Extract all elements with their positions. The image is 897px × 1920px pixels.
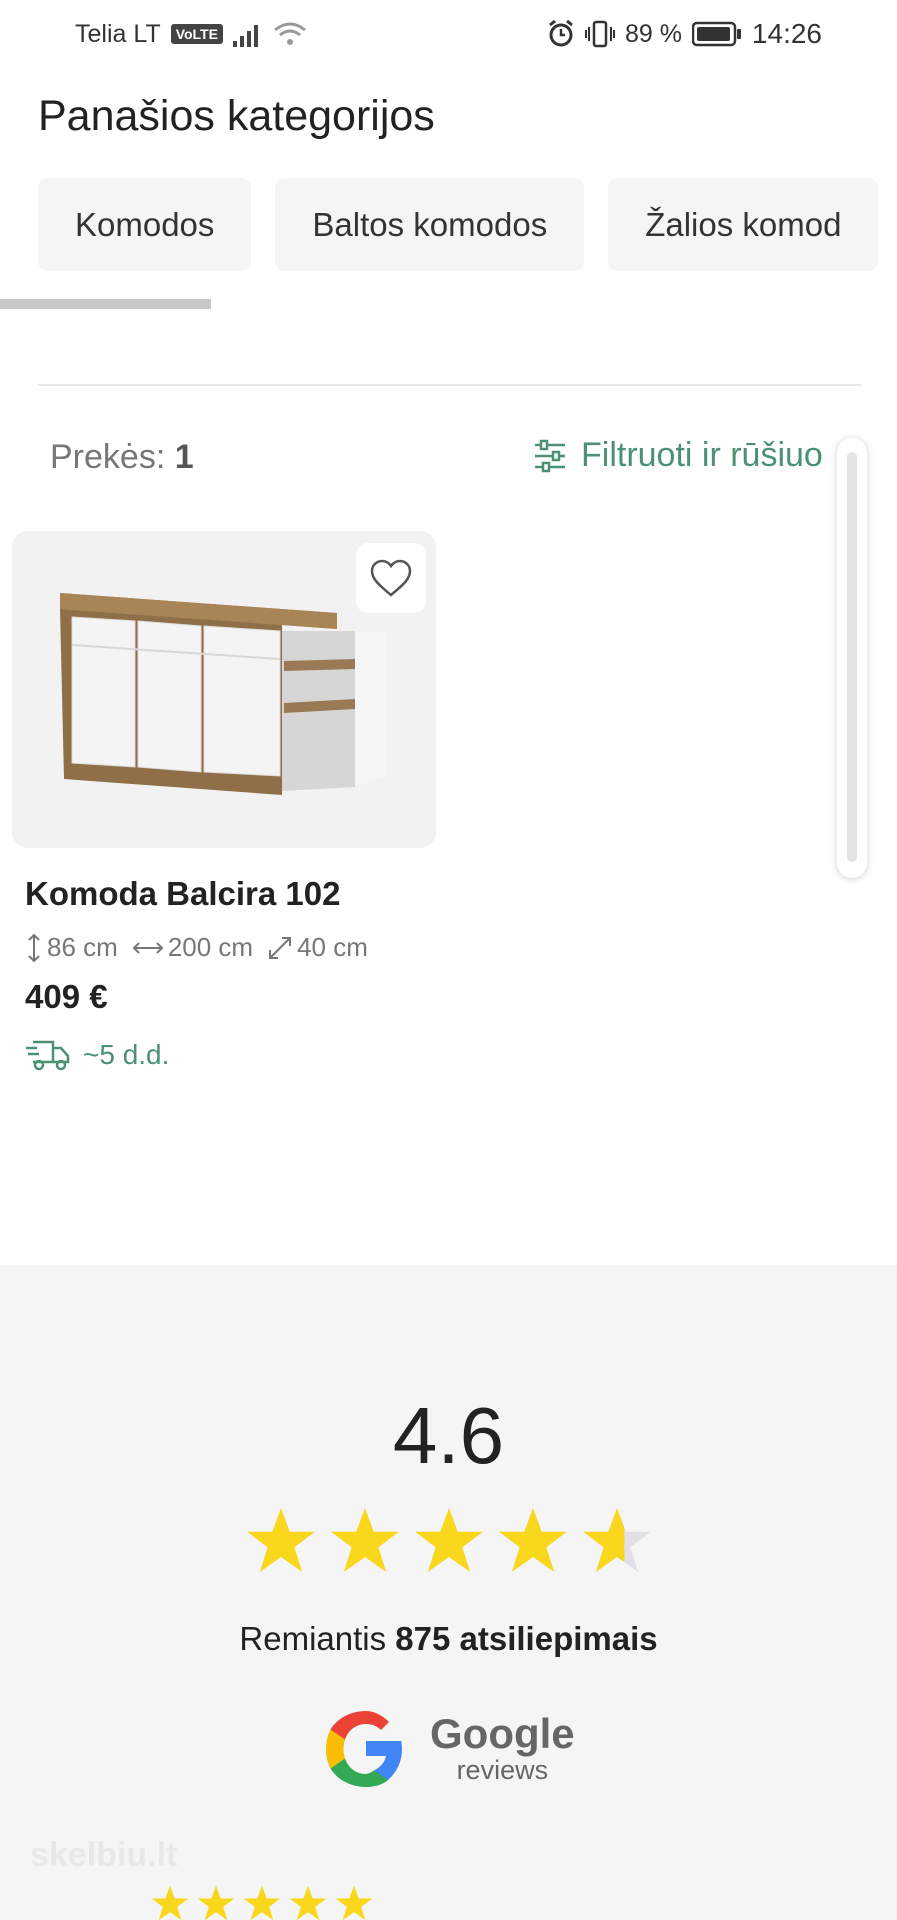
alarm-icon bbox=[549, 20, 573, 47]
delivery-time: ~5 d.d. bbox=[25, 1038, 169, 1072]
mini-star-icon bbox=[151, 1885, 189, 1920]
product-price: 409 € bbox=[25, 978, 108, 1015]
filter-sort-label: Filtruoti ir rūšiuo bbox=[581, 436, 823, 474]
based-prefix: Remiantis bbox=[239, 1620, 387, 1657]
google-reviews-badge[interactable]: Google reviews bbox=[322, 1705, 575, 1793]
rating-stars bbox=[0, 1505, 897, 1575]
dimension-height: 86 cm bbox=[25, 932, 118, 963]
width-value: 200 cm bbox=[167, 932, 254, 962]
scrollbar-thumb[interactable] bbox=[847, 452, 857, 862]
clock: 14:26 bbox=[751, 18, 822, 49]
height-value: 86 cm bbox=[47, 932, 118, 962]
star-filled-part bbox=[414, 1508, 483, 1572]
battery-percent: 89 % bbox=[624, 19, 682, 48]
mini-star-icon bbox=[335, 1885, 373, 1920]
category-chips: Komodos Baltos komodos Žalios komod bbox=[38, 178, 879, 271]
star-icon bbox=[414, 1508, 483, 1572]
height-arrow-icon bbox=[28, 933, 40, 962]
similar-categories-title: Panašios kategorijos bbox=[38, 92, 435, 140]
mini-star-icon bbox=[289, 1885, 327, 1920]
dimension-width: 200 cm bbox=[132, 932, 253, 963]
reviews-section bbox=[0, 1265, 897, 1920]
divider bbox=[38, 384, 861, 386]
mini-star-icon bbox=[197, 1885, 235, 1920]
star-filled-part bbox=[582, 1508, 624, 1572]
status-left: Telia LT VoLTE bbox=[75, 20, 307, 49]
google-logo-icon bbox=[326, 1711, 402, 1787]
chips-scroll-indicator[interactable] bbox=[0, 299, 211, 309]
product-dimensions: 86 cm 200 cm 40 cm bbox=[25, 932, 368, 963]
filter-sort-button[interactable]: Filtruoti ir rūšiuo bbox=[533, 436, 843, 475]
star-icon bbox=[498, 1508, 567, 1572]
delivery-label: ~5 d.d. bbox=[83, 1039, 170, 1070]
product-name[interactable]: Komoda Balcira 102 bbox=[25, 875, 340, 913]
delivery-truck-icon bbox=[26, 1040, 70, 1071]
items-count-label: Prekės: bbox=[50, 438, 166, 476]
depth-arrow-icon bbox=[269, 936, 292, 959]
status-bar: Telia LT VoLTE 89 % 14:26 bbox=[0, 0, 897, 68]
rating-score: 4.6 bbox=[392, 1391, 505, 1480]
volte-badge: VoLTE bbox=[170, 24, 223, 44]
star-icon bbox=[330, 1508, 399, 1572]
carrier-label: Telia LT bbox=[75, 19, 161, 48]
google-reviews-label: reviews bbox=[456, 1754, 549, 1785]
google-text: Google reviews bbox=[430, 1709, 575, 1786]
star-icon bbox=[582, 1508, 651, 1572]
mini-stars-row bbox=[150, 1884, 374, 1920]
chip-komodos[interactable]: Komodos bbox=[38, 178, 252, 271]
mini-star-icon bbox=[243, 1885, 281, 1920]
based-count: 875 atsiliepimais bbox=[395, 1620, 658, 1657]
wifi-icon bbox=[274, 22, 306, 45]
width-arrow-icon bbox=[132, 941, 164, 954]
chip-zalios-komodos[interactable]: Žalios komod bbox=[608, 178, 879, 271]
heart-icon bbox=[370, 559, 412, 597]
google-word: Google bbox=[430, 1709, 575, 1757]
dimension-depth: 40 cm bbox=[267, 932, 368, 963]
reviews-based-on: Remiantis 875 atsiliepimais bbox=[0, 1620, 897, 1658]
star-filled-part bbox=[498, 1508, 567, 1572]
items-count-value: 1 bbox=[174, 438, 194, 476]
depth-value: 40 cm bbox=[297, 932, 368, 962]
vibrate-icon bbox=[584, 20, 615, 48]
vertical-scrollbar[interactable] bbox=[837, 438, 867, 878]
watermark: skelbiu.lt bbox=[30, 1836, 178, 1874]
items-count: Prekės: 1 bbox=[50, 438, 194, 477]
signal-icon bbox=[232, 25, 258, 47]
battery-icon bbox=[691, 21, 741, 47]
chip-baltos-komodos[interactable]: Baltos komodos bbox=[275, 178, 585, 271]
favorite-button[interactable] bbox=[356, 543, 426, 613]
star-icon bbox=[246, 1508, 315, 1572]
star-filled-part bbox=[246, 1508, 315, 1572]
status-right: 89 % 14:26 bbox=[547, 18, 822, 50]
sliders-icon bbox=[535, 439, 565, 472]
star-filled-part bbox=[330, 1508, 399, 1572]
